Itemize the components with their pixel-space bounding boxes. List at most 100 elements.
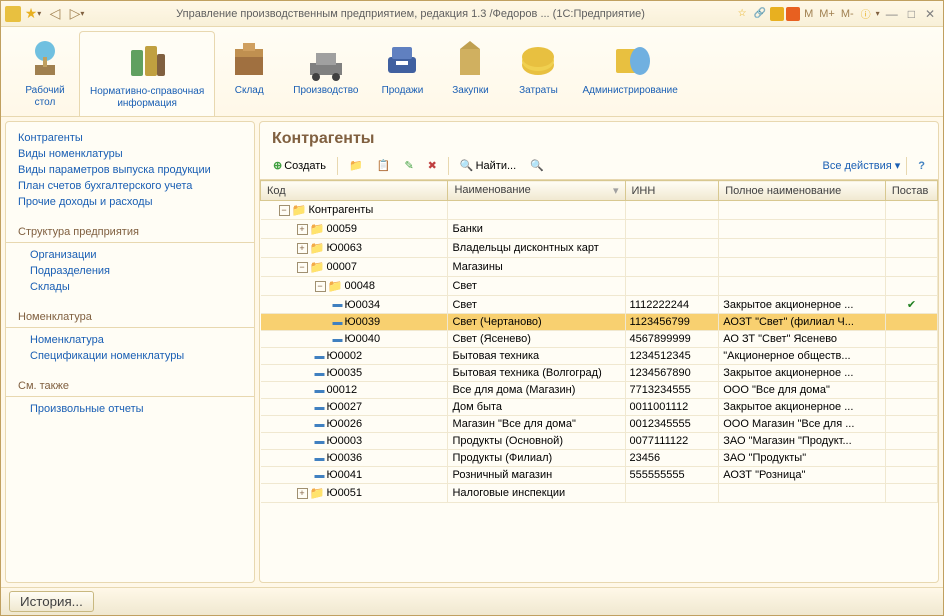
sidebar-link[interactable]: Подразделения <box>6 263 254 279</box>
sidebar-link[interactable]: Организации <box>6 247 254 263</box>
table-row[interactable]: + 📁 Ю0063Владельцы дисконтных карт <box>261 239 938 258</box>
content-panel: Контрагенты ⊕ Создать 📁 📋 ✎ ✖ 🔍 Найти...… <box>259 121 939 583</box>
table-row[interactable]: ▬ Ю0034Свет1112222244Закрытое акционерно… <box>261 296 938 314</box>
clear-find-button[interactable]: 🔍 <box>525 156 549 175</box>
check-cell <box>885 277 937 296</box>
table-row[interactable]: ▬ Ю0027Дом быта0011001112Закрытое акцион… <box>261 399 938 416</box>
tree-toggle[interactable]: + <box>297 488 308 499</box>
column-header[interactable]: Постав <box>885 181 937 201</box>
sidebar-link[interactable]: Склады <box>6 279 254 295</box>
tree-toggle[interactable]: − <box>279 205 290 216</box>
sidebar-link[interactable]: Контрагенты <box>6 130 254 146</box>
help-button[interactable]: ? <box>913 157 930 175</box>
table-row[interactable]: ▬ Ю0026Магазин "Все для дома"0012345555О… <box>261 416 938 433</box>
all-actions-button[interactable]: Все действия ▾ <box>823 159 901 172</box>
m-btn[interactable]: M <box>802 8 815 20</box>
table-row[interactable]: − 📁 Контрагенты <box>261 201 938 220</box>
folder-icon: 📁 <box>310 486 325 500</box>
sidebar-header: См. также <box>6 376 254 397</box>
check-cell <box>885 433 937 450</box>
column-header[interactable]: Наименование ▾ <box>448 181 625 201</box>
copy-button[interactable]: 📋 <box>372 156 396 175</box>
inn-cell: 7713234555 <box>625 382 719 399</box>
table-row[interactable]: ▬ Ю0041Розничный магазин555555555АОЗТ "Р… <box>261 467 938 484</box>
item-icon: ▬ <box>315 402 325 413</box>
toolbar-item-1[interactable]: Нормативно-справочнаяинформация <box>79 31 215 116</box>
table-wrapper[interactable]: КодНаименование ▾ИННПолное наименованиеП… <box>260 180 938 582</box>
sidebar-link[interactable]: Спецификации номенклатуры <box>6 348 254 364</box>
name-cell: Свет <box>448 277 625 296</box>
history-button[interactable]: История... <box>9 591 94 612</box>
sidebar-link[interactable]: Произвольные отчеты <box>6 401 254 417</box>
links-icon[interactable]: 🔗 <box>752 6 768 22</box>
toolbar-label: Нормативно-справочнаяинформация <box>90 86 204 110</box>
info-icon[interactable]: ⓘ <box>858 6 874 22</box>
m-minus-btn[interactable]: M- <box>839 8 856 20</box>
full-cell: ООО Магазин "Все для ... <box>719 416 886 433</box>
column-header[interactable]: Полное наименование <box>719 181 886 201</box>
nav-forward[interactable]: ▷▾ <box>67 4 87 24</box>
toolbar-item-3[interactable]: Производство <box>283 31 368 116</box>
toolbar-item-7[interactable]: Администрирование <box>572 31 687 116</box>
search-icon: 🔍 <box>460 159 474 172</box>
sidebar-link[interactable]: Номенклатура <box>6 332 254 348</box>
tree-toggle[interactable]: + <box>297 243 308 254</box>
toolbar-label: Администрирование <box>582 85 677 97</box>
calendar-icon[interactable] <box>786 7 800 21</box>
table-row[interactable]: ▬ Ю0040Свет (Ясенево)4567899999АО ЗТ "Св… <box>261 331 938 348</box>
delete-button[interactable]: ✖ <box>423 156 442 175</box>
table-row[interactable]: ▬ Ю0036Продукты (Филиал)23456ЗАО "Продук… <box>261 450 938 467</box>
column-header[interactable]: Код <box>261 181 448 201</box>
tree-toggle[interactable]: − <box>297 262 308 273</box>
inn-cell: 555555555 <box>625 467 719 484</box>
toolbar-item-5[interactable]: Закупки <box>436 31 504 116</box>
table-row[interactable]: − 📁 00007Магазины <box>261 258 938 277</box>
check-cell: ✔ <box>885 296 937 314</box>
sidebar-link[interactable]: Виды параметров выпуска продукции <box>6 162 254 178</box>
table-row[interactable]: − 📁 00048Свет <box>261 277 938 296</box>
create-button[interactable]: ⊕ Создать <box>268 156 331 175</box>
new-folder-button[interactable]: 📁 <box>344 156 368 175</box>
minimize-btn[interactable]: — <box>882 7 902 21</box>
close-btn[interactable]: ✕ <box>921 7 939 21</box>
table-row[interactable]: ▬ Ю0039Свет (Чертаново)1123456799АОЗТ "С… <box>261 314 938 331</box>
full-cell: ООО "Все для дома" <box>719 382 886 399</box>
table-row[interactable]: + 📁 00059Банки <box>261 220 938 239</box>
find-button[interactable]: 🔍 Найти... <box>455 156 521 175</box>
maximize-btn[interactable]: □ <box>904 7 919 21</box>
folder-icon: 📁 <box>310 241 325 255</box>
name-cell: Дом быта <box>448 399 625 416</box>
toolbar-item-0[interactable]: Рабочийстол <box>11 31 79 116</box>
nav-back[interactable]: ◁ <box>45 4 65 24</box>
tree-toggle[interactable]: + <box>297 224 308 235</box>
check-cell <box>885 365 937 382</box>
toolbar-item-2[interactable]: Склад <box>215 31 283 116</box>
table-row[interactable]: ▬ Ю0002Бытовая техника1234512345"Акционе… <box>261 348 938 365</box>
toolbar-item-6[interactable]: Затраты <box>504 31 572 116</box>
name-cell <box>448 201 625 220</box>
table-row[interactable]: ▬ 00012Все для дома (Магазин)7713234555О… <box>261 382 938 399</box>
name-cell: Бытовая техника <box>448 348 625 365</box>
table-row[interactable]: + 📁 Ю0051Налоговые инспекции <box>261 484 938 503</box>
table-row[interactable]: ▬ Ю0035Бытовая техника (Волгоград)123456… <box>261 365 938 382</box>
star-icon[interactable]: ☆ <box>734 6 750 22</box>
footer: История... <box>1 587 943 615</box>
sidebar-link[interactable]: План счетов бухгалтерского учета <box>6 178 254 194</box>
code-text: Ю0063 <box>326 242 362 254</box>
toolbar-item-4[interactable]: Продажи <box>368 31 436 116</box>
edit-button[interactable]: ✎ <box>399 156 418 175</box>
column-header[interactable]: ИНН <box>625 181 719 201</box>
m-plus-btn[interactable]: M+ <box>817 8 837 20</box>
sidebar-link[interactable]: Прочие доходы и расходы <box>6 194 254 210</box>
sidebar-link[interactable]: Виды номенклатуры <box>6 146 254 162</box>
check-cell <box>885 314 937 331</box>
fav-dropdown[interactable]: ★▾ <box>23 4 43 24</box>
name-cell: Продукты (Филиал) <box>448 450 625 467</box>
code-text: Ю0034 <box>345 299 381 311</box>
tree-toggle[interactable]: − <box>315 281 326 292</box>
inn-cell: 0077111122 <box>625 433 719 450</box>
check-cell <box>885 399 937 416</box>
table-row[interactable]: ▬ Ю0003Продукты (Основной)0077111122ЗАО … <box>261 433 938 450</box>
calc-icon[interactable] <box>770 7 784 21</box>
toolbar-label: Затраты <box>519 85 558 97</box>
